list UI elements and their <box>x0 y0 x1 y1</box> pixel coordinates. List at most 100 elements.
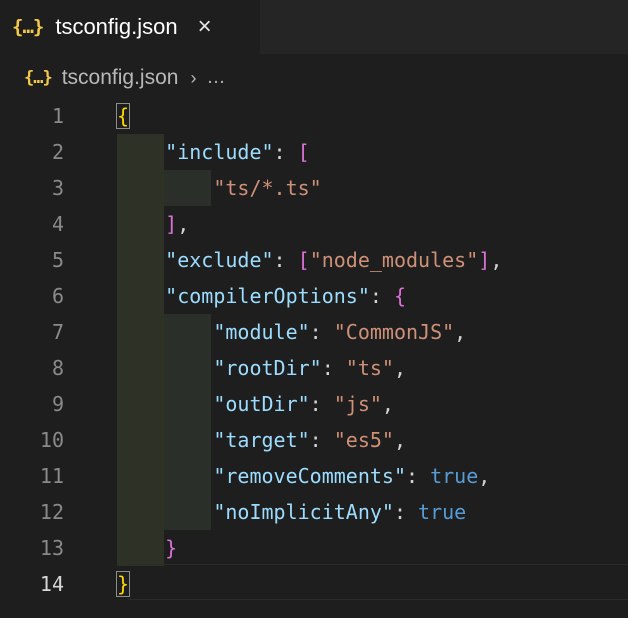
tab-tsconfig[interactable]: {…} tsconfig.json × <box>0 0 260 54</box>
code-token: true <box>430 464 479 488</box>
code-token: : <box>405 464 431 488</box>
line-number: 4 <box>51 212 64 236</box>
code-token: : <box>273 248 298 272</box>
code-token: [ <box>297 248 310 272</box>
line-number: 12 <box>39 500 64 524</box>
code-token: "exclude" <box>165 248 274 272</box>
code-text: "ts/*.ts" <box>117 170 321 206</box>
code-token: : <box>309 320 334 344</box>
breadcrumb: {…} tsconfig.json › … <box>0 54 628 102</box>
line-number: 13 <box>39 536 64 560</box>
code-text: "removeComments": true, <box>117 458 490 494</box>
code-editor[interactable]: 1{2 "include": [3 "ts/*.ts" 4 ], 5 "exclud… <box>0 98 628 618</box>
code-line[interactable]: 5 "exclude": ["node_modules"], <box>0 242 628 278</box>
code-token: : <box>321 356 346 380</box>
code-line[interactable]: 8 "rootDir": "ts", <box>0 350 628 386</box>
line-number: 11 <box>39 464 64 488</box>
code-token: } <box>165 536 178 560</box>
code-token: , <box>490 248 503 272</box>
code-token: , <box>478 464 491 488</box>
code-text: "target": "es5", <box>117 422 406 458</box>
code-token: "ts" <box>345 356 394 380</box>
code-token: "node_modules" <box>309 248 479 272</box>
code-token: } <box>115 571 131 597</box>
code-token: { <box>115 103 131 129</box>
json-file-icon: {…} <box>24 68 53 88</box>
code-text: "include": [ <box>117 134 310 170</box>
code-token: { <box>393 284 407 308</box>
code-text: } <box>115 566 131 602</box>
close-icon[interactable]: × <box>198 15 212 39</box>
code-text: "rootDir": "ts", <box>117 350 406 386</box>
code-text: "exclude": ["node_modules"], <box>117 242 502 278</box>
line-number: 8 <box>51 356 64 380</box>
code-token: : <box>273 140 298 164</box>
code-line[interactable]: 3 "ts/*.ts" <box>0 170 628 206</box>
code-text: } <box>117 530 177 566</box>
code-text: { <box>115 98 131 134</box>
code-line[interactable]: 12 "noImplicitAny": true <box>0 494 628 530</box>
breadcrumb-more[interactable]: … <box>206 67 225 89</box>
code-token: , <box>454 320 467 344</box>
code-line[interactable]: 10 "target": "es5", <box>0 422 628 458</box>
code-token: "include" <box>165 140 274 164</box>
line-number: 6 <box>51 284 64 308</box>
line-number: 10 <box>39 428 64 452</box>
code-token: "CommonJS" <box>333 320 455 344</box>
json-file-icon: {…} <box>12 16 44 38</box>
code-line[interactable]: 1{ <box>0 98 628 134</box>
code-token: "outDir" <box>213 392 310 416</box>
line-number: 5 <box>51 248 64 272</box>
code-token: : <box>309 392 334 416</box>
code-text: ], <box>117 206 189 242</box>
code-token: , <box>393 428 407 452</box>
breadcrumb-file[interactable]: tsconfig.json <box>62 66 179 90</box>
code-text: "module": "CommonJS", <box>117 314 466 350</box>
line-number: 9 <box>51 392 64 416</box>
line-number: 7 <box>51 320 64 344</box>
code-token: true <box>418 500 467 524</box>
code-line[interactable]: 2 "include": [ <box>0 134 628 170</box>
tab-bar: {…} tsconfig.json × <box>0 0 628 54</box>
code-line[interactable]: 13 } <box>0 530 628 566</box>
code-token: , <box>177 212 190 236</box>
code-token: "target" <box>213 428 310 452</box>
code-token: : <box>393 500 419 524</box>
code-text: "compilerOptions": { <box>117 278 406 314</box>
code-line[interactable]: 6 "compilerOptions": { <box>0 278 628 314</box>
chevron-right-icon: › <box>190 67 197 88</box>
code-token: [ <box>297 140 310 164</box>
code-token: ] <box>165 212 178 236</box>
code-token: "es5" <box>333 428 394 452</box>
code-token: , <box>393 356 407 380</box>
tab-label: tsconfig.json <box>55 14 178 39</box>
line-number: 3 <box>51 176 64 200</box>
code-line[interactable]: 7 "module": "CommonJS", <box>0 314 628 350</box>
line-number: 1 <box>51 104 64 128</box>
code-token: "module" <box>213 320 310 344</box>
code-token: , <box>381 392 394 416</box>
code-line[interactable]: 9 "outDir": "js", <box>0 386 628 422</box>
code-token: "rootDir" <box>213 356 322 380</box>
code-line[interactable]: 4 ], <box>0 206 628 242</box>
code-line[interactable]: 11 "removeComments": true, <box>0 458 628 494</box>
code-text: "noImplicitAny": true <box>117 494 466 530</box>
code-token: "js" <box>333 392 382 416</box>
code-token: "removeComments" <box>213 464 406 488</box>
code-token: : <box>369 284 394 308</box>
code-token: "noImplicitAny" <box>213 500 394 524</box>
code-token: ] <box>478 248 491 272</box>
line-number: 2 <box>51 140 64 164</box>
code-line[interactable]: 14} <box>0 566 628 602</box>
